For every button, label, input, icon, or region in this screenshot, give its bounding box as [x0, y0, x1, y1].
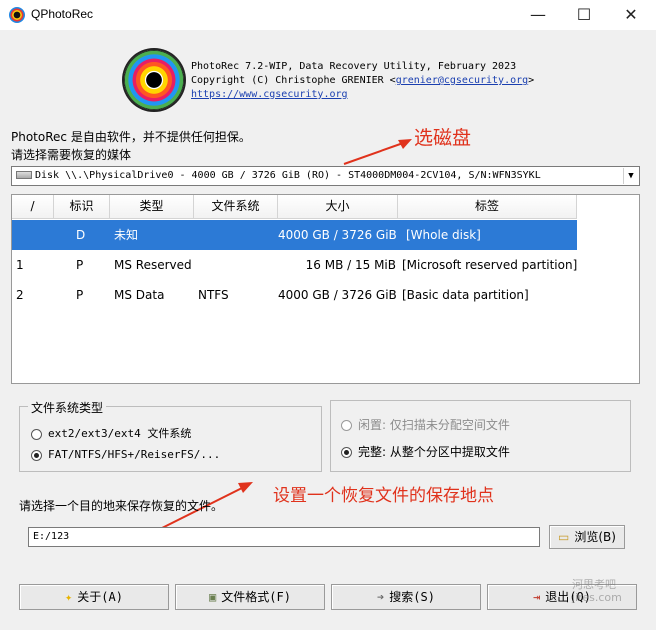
table-row[interactable]: 1 P MS Reserved 16 MB / 15 MiB [Microsof… [12, 250, 639, 280]
cell-flag: P [76, 258, 84, 272]
arrow-right-icon: ➔ [377, 590, 385, 604]
chevron-down-icon[interactable]: ▼ [623, 168, 638, 184]
title-bar: QPhotoRec — ☐ ✕ [0, 0, 656, 30]
license-notice: PhotoRec 是自由软件，并不提供任何担保。 [11, 130, 251, 144]
file-formats-button[interactable]: ▣ 文件格式(F) [175, 584, 325, 610]
browse-button[interactable]: ▭ 浏览(B) [549, 525, 625, 549]
col-header-flag[interactable]: 标识 [54, 195, 110, 219]
radio-icon[interactable] [341, 420, 352, 431]
about-button[interactable]: ✦ 关于(A) [19, 584, 169, 610]
disk-select[interactable]: Disk \\.\PhysicalDrive0 - 4000 GB / 3726… [11, 166, 640, 186]
cell-flag: D [76, 228, 86, 242]
scope-option-whole[interactable]: 完整: 从整个分区中提取文件 [341, 443, 510, 460]
table-row[interactable]: 2 P MS Data NTFS 4000 GB / 3726 GiB [Bas… [12, 280, 639, 310]
cell-size: 16 MB / 15 MiB [305, 258, 396, 272]
disk-icon [16, 171, 32, 179]
table-row[interactable]: D 未知 4000 GB / 3726 GiB [Whole disk] [12, 220, 639, 250]
annotation-set-location: 设置一个恢复文件的保存地点 [273, 486, 494, 506]
filesystem-type-title: 文件系统类型 [28, 399, 107, 416]
cell-type: MS Data [114, 288, 165, 302]
search-button[interactable]: ➔ 搜索(S) [331, 584, 481, 610]
cell-size: 4000 GB / 3726 GiB [278, 228, 397, 242]
annotation-arrow-icon [343, 139, 412, 165]
col-header-size[interactable]: 大小 [278, 195, 398, 219]
col-header-type[interactable]: 类型 [110, 195, 194, 219]
fs-option-ext[interactable]: ext2/ext3/ext4 文件系统 [31, 425, 191, 441]
filesystem-type-group: 文件系统类型 ext2/ext3/ext4 文件系统 FAT/NTFS/HFS+… [19, 399, 322, 472]
fs-option-fat-ntfs[interactable]: FAT/NTFS/HFS+/ReiserFS/... [31, 448, 220, 461]
window-title: QPhotoRec [31, 7, 94, 21]
cell-type: 未知 [114, 228, 139, 242]
radio-selected-icon[interactable] [341, 447, 352, 458]
cell-fs: NTFS [198, 288, 229, 302]
cell-label: [Whole disk] [406, 228, 481, 242]
cell-size: 4000 GB / 3726 GiB [278, 288, 397, 302]
copyright-line: Copyright (C) Christophe GRENIER <grenie… [191, 75, 535, 86]
col-header-label[interactable]: 标签 [398, 195, 577, 219]
select-media-label: 请选择需要恢复的媒体 [11, 148, 132, 162]
radio-selected-icon[interactable] [31, 449, 42, 461]
scan-scope-group: 闲置: 仅扫描未分配空间文件 完整: 从整个分区中提取文件 [330, 400, 631, 472]
destination-input[interactable]: E:/123 [28, 527, 540, 547]
col-header-num[interactable]: / [12, 195, 54, 219]
watermark: 河思考吧 jires.com [572, 578, 622, 604]
cell-label: [Basic data partition] [402, 288, 529, 302]
version-line: PhotoRec 7.2-WIP, Data Recovery Utility,… [191, 61, 517, 72]
scope-option-free[interactable]: 闲置: 仅扫描未分配空间文件 [341, 416, 510, 433]
header-info: PhotoRec 7.2-WIP, Data Recovery Utility,… [191, 60, 534, 102]
destination-label: 请选择一个目的地来保存恢复的文件。 [19, 499, 224, 513]
annotation-select-disk: 选磁盘 [414, 127, 472, 149]
minimize-button[interactable]: — [515, 0, 561, 30]
cell-num: 2 [16, 288, 24, 302]
partition-table[interactable]: / 标识 类型 文件系统 大小 标签 D 未知 4000 GB / 3726 G… [11, 194, 640, 384]
radio-icon[interactable] [31, 428, 42, 440]
table-header: / 标识 类型 文件系统 大小 标签 [12, 195, 639, 219]
email-link[interactable]: grenier@cgsecurity.org [396, 75, 528, 86]
photorec-logo-icon [124, 50, 184, 110]
app-icon [9, 7, 25, 23]
cell-label: [Microsoft reserved partition] [402, 258, 578, 272]
cell-flag: P [76, 288, 84, 302]
close-button[interactable]: ✕ [608, 0, 654, 30]
disk-select-value: Disk \\.\PhysicalDrive0 - 4000 GB / 3726… [35, 170, 541, 181]
folder-icon: ▭ [558, 530, 570, 544]
website-link[interactable]: https://www.cgsecurity.org [191, 89, 348, 100]
exit-icon: ⇥ [533, 590, 541, 604]
cell-type: MS Reserved [114, 258, 192, 272]
col-header-fs[interactable]: 文件系统 [194, 195, 278, 219]
star-icon: ✦ [65, 590, 73, 604]
cell-num: 1 [16, 258, 24, 272]
image-icon: ▣ [209, 590, 217, 604]
maximize-button[interactable]: ☐ [561, 0, 607, 30]
